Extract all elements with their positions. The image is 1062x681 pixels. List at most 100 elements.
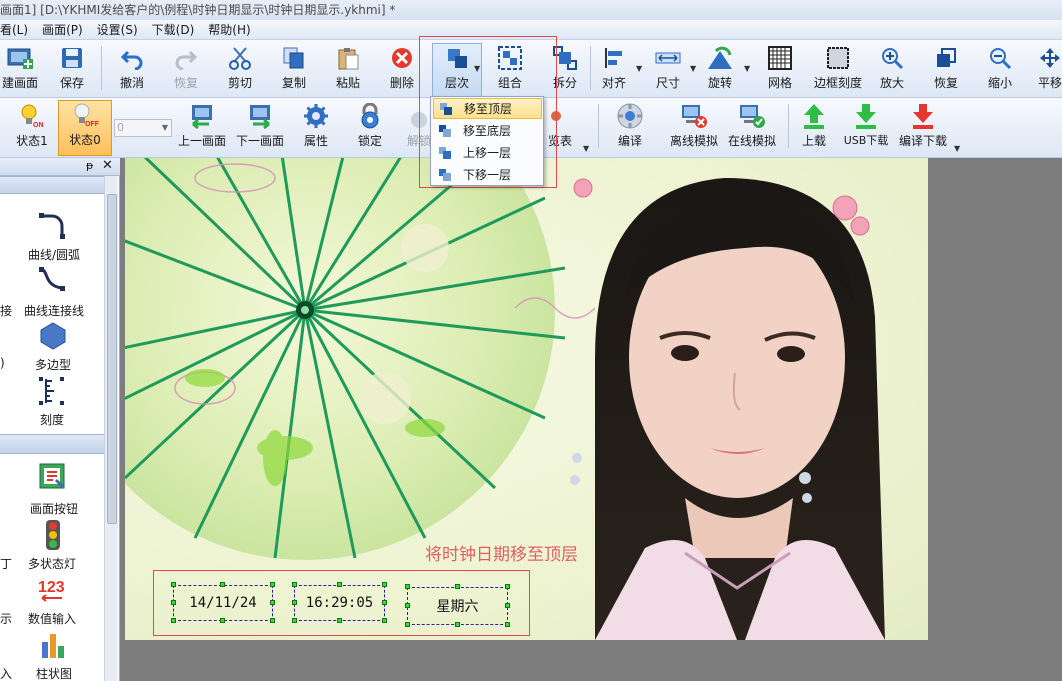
delete-button[interactable]: 删除 — [382, 44, 422, 96]
time-handle-tm[interactable] — [337, 582, 342, 587]
menu-download[interactable]: 下载(D) — [145, 20, 202, 40]
date-handle-tl[interactable] — [171, 582, 176, 587]
weekday-handle-mr[interactable] — [505, 603, 510, 608]
weekday-handle-tl[interactable] — [405, 584, 410, 589]
state-on-icon: ON — [18, 102, 46, 130]
offline-sim-button[interactable]: 离线模拟 — [664, 102, 724, 154]
close-icon[interactable]: ✕ — [102, 158, 113, 173]
time-handle-bl[interactable] — [292, 618, 297, 623]
toolbox-item-numeric-input[interactable]: 数值输入 — [28, 610, 76, 627]
menu-view[interactable]: 看(L) — [0, 20, 35, 40]
lock-button[interactable]: 锁定 — [350, 102, 390, 154]
size-dropdown-chevron-icon[interactable]: ▼ — [690, 64, 696, 73]
date-handle-bl[interactable] — [171, 618, 176, 623]
bring-forward-icon — [439, 146, 451, 159]
state-select[interactable]: 0 ▼ — [114, 119, 172, 137]
weekday-handle-tr[interactable] — [505, 584, 510, 589]
zoom-in-button[interactable]: 放大 — [872, 44, 912, 96]
rotate-icon — [706, 44, 734, 72]
lock-icon — [356, 102, 384, 130]
weekday-handle-tm[interactable] — [455, 584, 460, 589]
weekday-handle-bl[interactable] — [405, 622, 410, 627]
rotate-button[interactable]: 旋转 — [700, 44, 740, 96]
toolbar2-overflow-chevron-icon[interactable]: ▼ — [954, 144, 960, 153]
toolbox-item-curve-connector[interactable]: 曲线连接线 — [24, 302, 84, 319]
border-scale-button[interactable]: 边框刻度 — [810, 44, 866, 96]
compile-download-button[interactable]: 编译下载 — [896, 102, 950, 154]
usb-download-button[interactable]: USB下载 — [842, 102, 890, 154]
weekday-handle-ml[interactable] — [405, 603, 410, 608]
toolbox-item-partial-5[interactable]: 入 — [0, 665, 12, 681]
toolbox-item-multi-state-light[interactable]: 多状态灯 — [28, 555, 76, 572]
toolbox-item-arc[interactable]: 曲线/圆弧 — [28, 246, 80, 263]
time-handle-mr[interactable] — [382, 600, 387, 605]
date-handle-bm[interactable] — [220, 618, 225, 623]
design-canvas[interactable]: 14/11/24 16:29:05 星期六 — [125, 158, 928, 640]
weekday-handle-br[interactable] — [505, 622, 510, 627]
weekday-display[interactable]: 星期六 — [407, 587, 508, 625]
time-handle-bm[interactable] — [337, 618, 342, 623]
time-handle-tl[interactable] — [292, 582, 297, 587]
date-display[interactable]: 14/11/24 — [173, 585, 273, 621]
annotation-caption: 将时钟日期移至顶层 — [425, 545, 578, 565]
menu-item-bring-forward[interactable]: 上移一层 — [433, 142, 542, 163]
upload-button[interactable]: 上载 — [794, 102, 834, 154]
date-handle-ml[interactable] — [171, 600, 176, 605]
new-screen-button[interactable]: 建画面 — [0, 44, 44, 96]
toolbox-scrollbar[interactable] — [104, 176, 118, 681]
paste-icon — [334, 44, 362, 72]
prev-screen-button[interactable]: 上一画面 — [176, 102, 228, 154]
date-handle-br[interactable] — [270, 618, 275, 623]
online-sim-button[interactable]: 在线模拟 — [724, 102, 780, 154]
paste-button[interactable]: 粘贴 — [328, 44, 368, 96]
cut-button[interactable]: 剪切 — [220, 44, 260, 96]
toolbox-scrollbar-thumb[interactable] — [107, 194, 117, 524]
save-button[interactable]: 保存 — [52, 44, 92, 96]
menu-settings[interactable]: 设置(S) — [90, 20, 145, 40]
layer-dropdown-menu: 移至顶层 移至底层 上移一层 下移一层 — [430, 96, 544, 186]
menu-item-send-backward[interactable]: 下移一层 — [433, 164, 542, 185]
state-0-button[interactable]: OFF 状态0 — [58, 100, 112, 156]
time-handle-br[interactable] — [382, 618, 387, 623]
next-screen-button[interactable]: 下一画面 — [234, 102, 286, 154]
pin-icon[interactable]: ᵽ — [86, 159, 93, 172]
weekday-handle-bm[interactable] — [455, 622, 460, 627]
menu-item-bring-to-front[interactable]: 移至顶层 — [433, 98, 542, 119]
align-dropdown-chevron-icon[interactable]: ▼ — [636, 64, 642, 73]
grid-button[interactable]: 网格 — [760, 44, 800, 96]
menu-screen[interactable]: 画面(P) — [35, 20, 90, 40]
time-handle-tr[interactable] — [382, 582, 387, 587]
pan-button[interactable]: 平移 — [1030, 44, 1062, 96]
toolbox-item-partial-3[interactable]: 丁 — [0, 555, 12, 572]
new-screen-icon — [6, 44, 34, 72]
align-button[interactable]: 对齐 — [594, 44, 634, 96]
copy-button[interactable]: 复制 — [274, 44, 314, 96]
toolbox-item-polygon[interactable]: 多边型 — [35, 356, 71, 373]
time-display[interactable]: 16:29:05 — [294, 585, 385, 621]
date-handle-mr[interactable] — [270, 600, 275, 605]
redo-icon — [172, 44, 200, 72]
date-handle-tm[interactable] — [220, 582, 225, 587]
menu-help[interactable]: 帮助(H) — [201, 20, 257, 40]
undo-button[interactable]: 撤消 — [112, 44, 152, 96]
zoom-out-button[interactable]: 缩小 — [980, 44, 1020, 96]
toolbox-item-partial-4[interactable]: 示 — [0, 610, 12, 627]
toolbox-group-shapes[interactable] — [0, 176, 104, 194]
size-button[interactable]: 尺寸 — [648, 44, 688, 96]
menu-item-send-to-back[interactable]: 移至底层 — [433, 120, 542, 141]
restore-zoom-button[interactable]: 恢复 — [926, 44, 966, 96]
toolbar-overflow-chevron-icon[interactable]: ▼ — [583, 144, 589, 153]
compile-button[interactable]: 编译 — [610, 102, 650, 154]
toolbox-item-bar-chart[interactable]: 柱状图 — [36, 665, 72, 681]
date-handle-tr[interactable] — [270, 582, 275, 587]
toolbox-group-controls[interactable] — [0, 434, 104, 454]
toolbox-item-partial-1[interactable]: 接 — [0, 302, 12, 319]
toolbox-item-partial-2[interactable]: ) — [0, 356, 5, 370]
toolbox-item-scale[interactable]: 刻度 — [40, 411, 64, 428]
state-1-button[interactable]: ON 状态1 — [8, 102, 56, 154]
toolbox-item-screen-button[interactable]: 画面按钮 — [30, 500, 78, 517]
time-handle-ml[interactable] — [292, 600, 297, 605]
property-button[interactable]: 属性 — [296, 102, 336, 154]
redo-button[interactable]: 恢复 — [166, 44, 206, 96]
rotate-dropdown-chevron-icon[interactable]: ▼ — [744, 64, 750, 73]
